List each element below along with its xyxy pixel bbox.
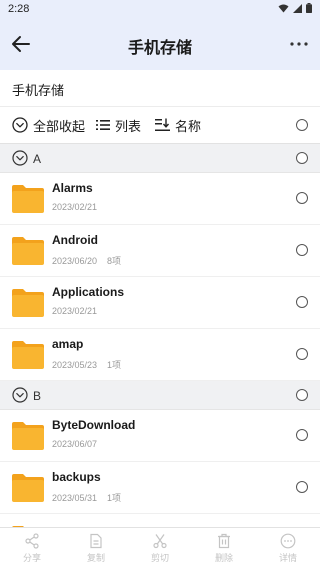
status-icons: [278, 3, 312, 13]
status-time: 2:28: [8, 3, 30, 15]
folder-meta: 2023/02/21: [52, 306, 107, 316]
row-select-radio[interactable]: [296, 429, 308, 441]
cut-button[interactable]: 剪切: [135, 533, 185, 564]
list-view-button[interactable]: 列表: [96, 107, 141, 143]
delete-label: 删除: [214, 553, 233, 563]
row-select-radio[interactable]: [296, 348, 308, 360]
list-view-label: 列表: [115, 118, 142, 134]
copy-label: 复制: [86, 553, 105, 563]
chevron-down-circle-icon[interactable]: [12, 387, 28, 403]
signal-icon: [293, 3, 302, 13]
share-button[interactable]: 分享: [7, 533, 57, 564]
collapse-all-label: 全部收起: [33, 118, 86, 134]
row-select-radio[interactable]: [296, 296, 308, 308]
status-bar: 2:28: [0, 0, 320, 18]
row-select-radio[interactable]: [296, 192, 308, 204]
sort-label: 名称: [175, 118, 202, 134]
group-letter: A: [33, 152, 42, 166]
folder-row[interactable]: Applications 2023/02/21: [0, 277, 320, 329]
breadcrumb: 手机存储: [0, 70, 320, 107]
folder-row[interactable]: backups 2023/05/31 1项: [0, 462, 320, 514]
folder-row[interactable]: ByteDownload 2023/06/07: [0, 410, 320, 462]
trash-icon: [218, 533, 230, 549]
folder-icon: [12, 289, 44, 317]
folder-name: Android: [52, 233, 98, 247]
select-all-radio[interactable]: [296, 119, 308, 131]
list-icon: [96, 120, 110, 130]
details-button[interactable]: 详情: [263, 533, 313, 564]
wifi-icon: [278, 4, 289, 12]
page-title: 手机存储: [127, 40, 192, 57]
chevron-down-circle-icon[interactable]: [12, 150, 28, 166]
folder-icon: [12, 237, 44, 265]
folder-date: 2023/05/31: [52, 493, 98, 503]
folder-row[interactable]: Alarms 2023/02/21: [0, 173, 320, 225]
battery-icon: [306, 3, 312, 13]
folder-row[interactable]: Android 2023/06/20 8项: [0, 225, 320, 277]
details-icon: [280, 533, 296, 549]
folder-count: 1项: [107, 493, 122, 503]
folder-meta: 2023/05/23 1项: [52, 358, 121, 371]
folder-date: 2023/06/20: [52, 256, 98, 266]
cut-label: 剪切: [150, 553, 169, 563]
share-icon: [25, 533, 39, 549]
folder-date: 2023/05/23: [52, 360, 98, 370]
group-select-radio[interactable]: [296, 152, 308, 164]
folder-icon: [12, 185, 44, 213]
share-label: 分享: [22, 553, 41, 563]
folder-name: amap: [52, 337, 84, 351]
group-select-radio[interactable]: [296, 389, 308, 401]
copy-button[interactable]: 复制: [71, 533, 121, 564]
folder-meta: 2023/06/07: [52, 439, 107, 449]
collapse-circle-icon: [12, 117, 28, 133]
folder-count: 1项: [107, 360, 122, 370]
folder-row[interactable]: amap 2023/05/23 1项: [0, 329, 320, 381]
details-label: 详情: [278, 553, 297, 563]
bottom-action-bar: 分享 复制 剪切 删除 详情: [0, 527, 320, 569]
copy-icon: [90, 533, 102, 549]
collapse-all-button[interactable]: 全部收起: [12, 107, 85, 143]
folder-icon: [12, 474, 44, 502]
scissors-icon: [153, 534, 167, 549]
folder-icon: [12, 341, 44, 369]
more-options-icon[interactable]: [288, 32, 310, 56]
folder-date: 2023/06/07: [52, 439, 98, 449]
sort-icon: [155, 118, 170, 131]
folder-name: backups: [52, 470, 101, 484]
folder-meta: 2023/05/31 1项: [52, 491, 121, 504]
folder-name: ByteDownload: [52, 418, 136, 432]
file-list: A Alarms 2023/02/21 Android 2023/06/20 8项…: [0, 144, 320, 566]
folder-meta: 2023/06/20 8项: [52, 254, 121, 267]
folder-count: 8项: [107, 256, 122, 266]
group-header-a[interactable]: A: [0, 144, 320, 173]
folder-date: 2023/02/21: [52, 202, 98, 212]
delete-button[interactable]: 删除: [199, 533, 249, 564]
group-header-b[interactable]: B: [0, 381, 320, 410]
breadcrumb-item[interactable]: 手机存储: [12, 80, 64, 99]
app-bar: 手机存储: [0, 18, 320, 70]
row-select-radio[interactable]: [296, 481, 308, 493]
group-letter: B: [33, 389, 42, 403]
list-toolbar: 全部收起 列表 名称: [0, 107, 320, 144]
folder-meta: 2023/02/21: [52, 202, 107, 212]
row-select-radio[interactable]: [296, 244, 308, 256]
folder-date: 2023/02/21: [52, 306, 98, 316]
folder-name: Applications: [52, 285, 125, 299]
folder-icon: [12, 422, 44, 450]
folder-name: Alarms: [52, 181, 93, 195]
sort-button[interactable]: 名称: [155, 107, 201, 143]
